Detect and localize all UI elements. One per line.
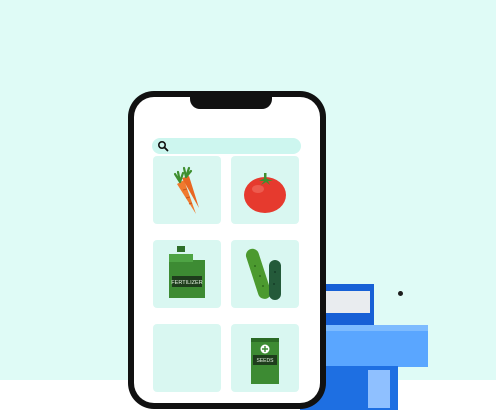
phone-screen: FERTILIZER SEEDS bbox=[134, 97, 320, 403]
carrot-icon bbox=[173, 166, 199, 214]
product-tile-empty[interactable] bbox=[153, 324, 221, 392]
decorative-dot bbox=[398, 291, 403, 296]
product-tile-seeds[interactable]: SEEDS bbox=[231, 324, 299, 392]
search-icon[interactable] bbox=[157, 140, 169, 152]
product-tile-carrots[interactable] bbox=[153, 156, 221, 224]
seed-packet-icon: SEEDS bbox=[251, 338, 279, 384]
product-tile-fertilizer[interactable]: FERTILIZER bbox=[153, 240, 221, 308]
fertilizer-label: FERTILIZER bbox=[171, 280, 202, 286]
tomato-icon bbox=[244, 173, 286, 213]
phone: FERTILIZER SEEDS bbox=[128, 91, 326, 409]
box-handle bbox=[368, 370, 390, 408]
seeds-label: SEEDS bbox=[257, 358, 275, 364]
search-bar[interactable] bbox=[152, 138, 301, 154]
cucumber-icon bbox=[245, 248, 281, 300]
product-tile-tomato[interactable] bbox=[231, 156, 299, 224]
fertilizer-can-icon: FERTILIZER bbox=[169, 246, 205, 298]
phone-notch bbox=[190, 97, 272, 109]
product-tile-cucumbers[interactable] bbox=[231, 240, 299, 308]
